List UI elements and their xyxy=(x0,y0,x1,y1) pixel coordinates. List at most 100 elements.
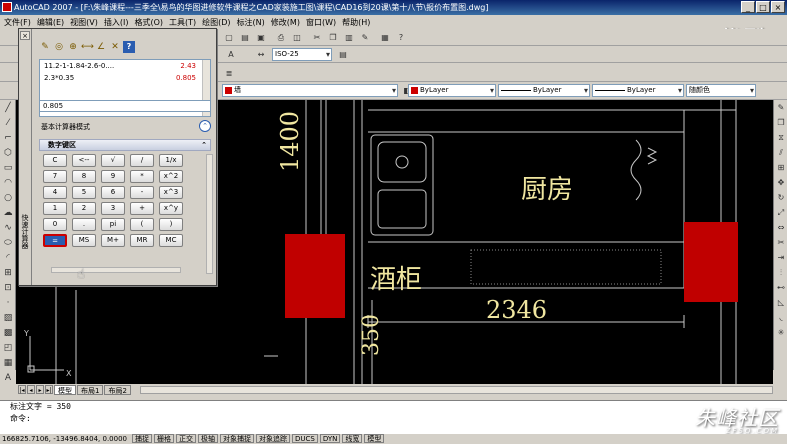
layer-manager-icon[interactable]: ≣ xyxy=(222,67,236,80)
layer-combo[interactable]: 墙 xyxy=(222,84,398,97)
print-icon[interactable]: ⎙ xyxy=(274,31,288,44)
quickcalc-titlebar[interactable]: × 快速计算器 xyxy=(19,29,32,285)
menu-window[interactable]: 窗口(W) xyxy=(306,17,336,28)
construction-line-icon[interactable]: ⁄ xyxy=(1,116,15,130)
chamfer-icon[interactable]: ◺ xyxy=(775,296,787,310)
explode-icon[interactable]: ✳ xyxy=(775,326,787,340)
key-decimal[interactable]: . xyxy=(72,218,96,231)
preview-icon[interactable]: ◫ xyxy=(290,31,304,44)
get-coordinates-icon[interactable]: ⊕ xyxy=(67,41,79,53)
dimstyle-combo[interactable]: ISO-25 xyxy=(272,48,332,61)
ducs-toggle[interactable]: DUCS xyxy=(292,434,318,443)
move-icon[interactable]: ✥ xyxy=(775,176,787,190)
trim-icon[interactable]: ✂ xyxy=(775,236,787,250)
key-9[interactable]: 9 xyxy=(101,170,125,183)
stretch-icon[interactable]: ⇔ xyxy=(775,221,787,235)
arc-icon[interactable]: ◠ xyxy=(1,176,15,190)
make-block-icon[interactable]: ⊡ xyxy=(1,281,15,295)
text-style-icon[interactable]: A xyxy=(224,48,238,61)
menu-help[interactable]: 帮助(H) xyxy=(342,17,370,28)
calculator-icon[interactable]: ▦ xyxy=(378,31,392,44)
ellipse-icon[interactable]: ⬭ xyxy=(1,236,15,250)
bottom-scrollbar[interactable] xyxy=(51,267,181,273)
copy-icon[interactable]: ❐ xyxy=(326,31,340,44)
break-icon[interactable]: ⫶ xyxy=(775,266,787,280)
mtext-icon[interactable]: A xyxy=(1,371,15,385)
horizontal-scrollbar[interactable] xyxy=(140,386,773,394)
key-backspace[interactable]: <-- xyxy=(72,154,96,167)
numpad-section-header[interactable]: 数字键区 ⌃ xyxy=(39,139,211,151)
polar-toggle[interactable]: 极轴 xyxy=(198,434,218,443)
line-icon[interactable]: ╱ xyxy=(1,101,15,115)
lineweight-combo[interactable]: ByLayer xyxy=(592,84,684,97)
dyn-toggle[interactable]: DYN xyxy=(319,434,341,443)
key-8[interactable]: 8 xyxy=(72,170,96,183)
hatch-icon[interactable]: ▨ xyxy=(1,311,15,325)
key-memory-clear[interactable]: MC xyxy=(159,234,183,247)
prev-tab-icon[interactable]: ◂ xyxy=(27,385,35,394)
polygon-icon[interactable]: ⬡ xyxy=(1,146,15,160)
paste-icon[interactable]: ▥ xyxy=(342,31,356,44)
ellipse-arc-icon[interactable]: ◜ xyxy=(1,251,15,265)
clear-icon[interactable]: ✎ xyxy=(39,41,51,53)
extend-icon[interactable]: ⇥ xyxy=(775,251,787,265)
key-plus[interactable]: + xyxy=(130,202,154,215)
tab-model[interactable]: 模型 xyxy=(54,384,76,395)
dimstyle-icon[interactable]: ↔ xyxy=(254,48,268,61)
menu-dimension[interactable]: 标注(N) xyxy=(237,17,265,28)
next-tab-icon[interactable]: ▸ xyxy=(36,385,44,394)
fillet-icon[interactable]: ◟ xyxy=(775,311,787,325)
minimize-button[interactable]: _ xyxy=(741,1,755,13)
help-icon[interactable]: ? xyxy=(394,31,408,44)
menu-format[interactable]: 格式(O) xyxy=(134,17,163,28)
menu-draw[interactable]: 绘图(D) xyxy=(202,17,230,28)
key-2[interactable]: 2 xyxy=(72,202,96,215)
key-7[interactable]: 7 xyxy=(43,170,67,183)
key-multiply[interactable]: * xyxy=(130,170,154,183)
key-memory-recall[interactable]: MR xyxy=(130,234,154,247)
revision-cloud-icon[interactable]: ☁ xyxy=(1,206,15,220)
key-minus[interactable]: - xyxy=(130,186,154,199)
numpad-scrollbar[interactable] xyxy=(206,154,213,274)
mirror-icon[interactable]: ⧖ xyxy=(775,131,787,145)
history-row[interactable]: 2.3*0.35 0.805 xyxy=(40,72,210,84)
color-combo[interactable]: ByLayer xyxy=(408,84,496,97)
key-3[interactable]: 3 xyxy=(101,202,125,215)
calc-input-field[interactable]: 0.805 xyxy=(39,100,211,112)
cut-icon[interactable]: ✂ xyxy=(310,31,324,44)
erase-icon[interactable]: ✎ xyxy=(775,101,787,115)
region-icon[interactable]: ◰ xyxy=(1,341,15,355)
linetype-combo[interactable]: ByLayer xyxy=(498,84,590,97)
table-icon[interactable]: ▦ xyxy=(1,356,15,370)
key-sqrt[interactable]: √ xyxy=(101,154,125,167)
gradient-icon[interactable]: ▩ xyxy=(1,326,15,340)
offset-icon[interactable]: ⫽ xyxy=(775,146,787,160)
key-5[interactable]: 5 xyxy=(72,186,96,199)
key-0[interactable]: 0 xyxy=(43,218,67,231)
key-clear[interactable]: C xyxy=(43,154,67,167)
key-divide[interactable]: / xyxy=(130,154,154,167)
key-square[interactable]: x^2 xyxy=(159,170,183,183)
key-open-paren[interactable]: ( xyxy=(130,218,154,231)
key-4[interactable]: 4 xyxy=(43,186,67,199)
quickcalc-close-button[interactable]: × xyxy=(20,31,30,40)
distance-icon[interactable]: ⟷ xyxy=(81,41,94,53)
model-toggle[interactable]: 模型 xyxy=(364,434,385,443)
menu-modify[interactable]: 修改(M) xyxy=(271,17,300,28)
match-properties-icon[interactable]: ✎ xyxy=(358,31,372,44)
key-pi[interactable]: pi xyxy=(101,218,125,231)
menu-tools[interactable]: 工具(T) xyxy=(169,17,196,28)
copy-object-icon[interactable]: ❐ xyxy=(775,116,787,130)
menu-view[interactable]: 视图(V) xyxy=(70,17,98,28)
key-equals[interactable]: = xyxy=(43,234,67,247)
insert-block-icon[interactable]: ⊞ xyxy=(1,266,15,280)
key-close-paren[interactable]: ) xyxy=(159,218,183,231)
history-row[interactable]: 11.2-1-1.84-2.6-0.... 2.43 xyxy=(40,60,210,72)
ortho-toggle[interactable]: 正交 xyxy=(176,434,196,443)
command-window[interactable]: 标注文字 = 350 命令: xyxy=(0,400,787,434)
mode-toggle-icon[interactable]: ⌃ xyxy=(199,120,211,132)
save-icon[interactable]: ▣ xyxy=(254,31,268,44)
point-icon[interactable]: · xyxy=(1,296,15,310)
key-power[interactable]: x^y xyxy=(159,202,183,215)
key-1[interactable]: 1 xyxy=(43,202,67,215)
